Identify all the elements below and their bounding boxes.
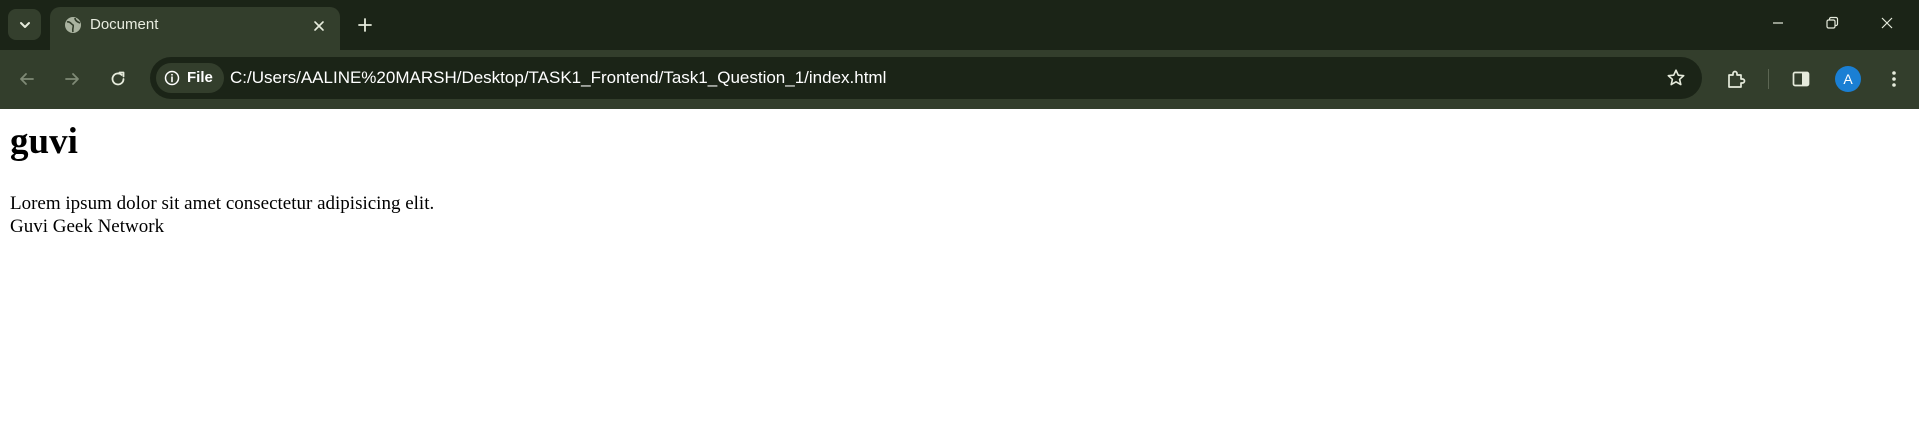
window-close-button[interactable]: [1874, 10, 1900, 36]
tab-title: Document: [90, 16, 159, 33]
back-button[interactable]: [12, 64, 42, 94]
arrow-right-icon: [65, 73, 79, 85]
extensions-button[interactable]: [1722, 65, 1750, 93]
side-panel-button[interactable]: [1787, 65, 1815, 93]
tab-strip: Document: [0, 0, 1919, 50]
profile-avatar[interactable]: A: [1835, 66, 1861, 92]
page-viewport: guvi Lorem ipsum dolor sit amet consecte…: [0, 109, 1919, 443]
puzzle-icon: [1728, 70, 1746, 88]
site-info-chip[interactable]: File: [156, 63, 224, 93]
forward-button[interactable]: [57, 64, 87, 94]
browser-toolbar: File C:/Users/AALINE%20MARSH/Desktop/TAS…: [0, 50, 1919, 109]
address-bar[interactable]: File C:/Users/AALINE%20MARSH/Desktop/TAS…: [150, 57, 1702, 99]
tab-search-button[interactable]: [8, 9, 41, 40]
minimize-button[interactable]: [1765, 10, 1791, 36]
star-icon: [1667, 69, 1685, 86]
bookmark-button[interactable]: [1664, 66, 1688, 90]
tab-active[interactable]: Document: [50, 7, 340, 50]
restore-button[interactable]: [1819, 10, 1845, 36]
security-chip-label: File: [187, 69, 213, 86]
page-text-line: Guvi Geek Network: [10, 216, 165, 237]
side-panel-icon: [1792, 71, 1810, 87]
reload-icon: [111, 71, 125, 86]
more-vertical-icon: [1892, 71, 1896, 87]
chevron-down-icon: [19, 21, 30, 28]
new-tab-button[interactable]: [352, 12, 378, 38]
page-paragraph: Lorem ipsum dolor sit amet consectetur a…: [10, 193, 435, 214]
tab-close-button[interactable]: [308, 15, 330, 37]
restore-icon: [1826, 16, 1839, 29]
url-text[interactable]: C:/Users/AALINE%20MARSH/Desktop/TASK1_Fr…: [230, 68, 886, 88]
close-icon: [314, 21, 324, 31]
close-icon: [1881, 17, 1893, 29]
plus-icon: [358, 18, 372, 32]
arrow-left-icon: [20, 73, 34, 85]
globe-icon: [65, 17, 81, 33]
toolbar-divider: [1768, 69, 1769, 89]
info-icon: [164, 70, 180, 86]
browser-menu-button[interactable]: [1880, 65, 1908, 93]
page-heading: guvi: [10, 121, 78, 162]
minimize-icon: [1773, 22, 1783, 24]
reload-button[interactable]: [103, 64, 133, 94]
